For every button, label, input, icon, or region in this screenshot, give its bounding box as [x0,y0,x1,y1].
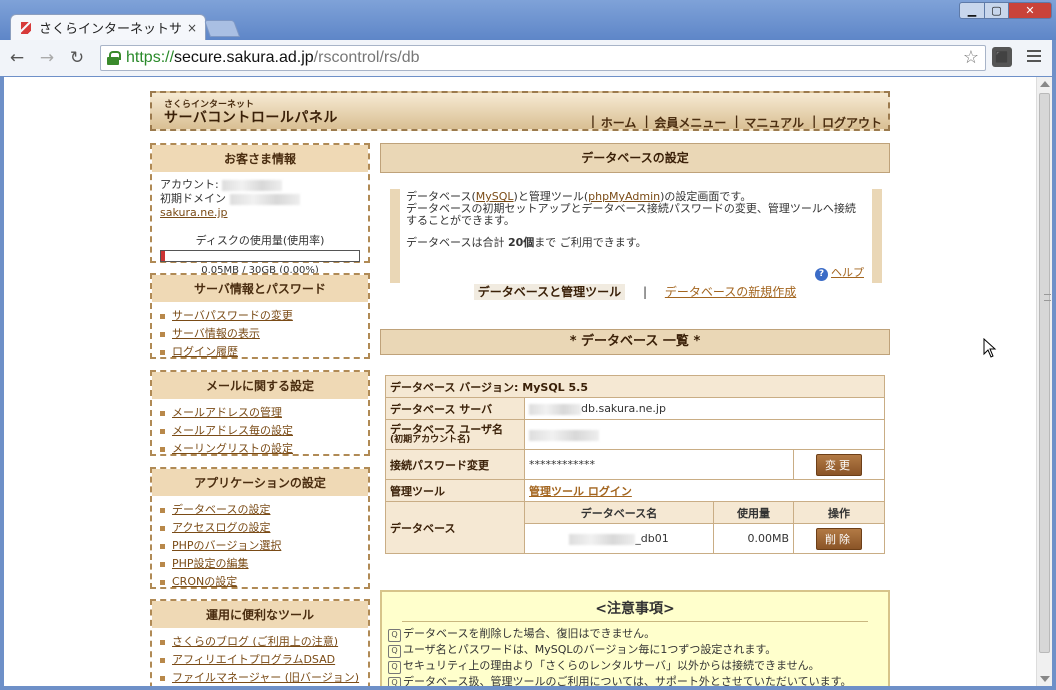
url-path: /rscontrol/rs/db [313,49,420,66]
server-prefix-redacted [529,403,581,415]
sakura-favicon-icon [19,21,33,35]
sidebar-section-title: サーバ情報とパスワード [152,275,368,302]
sidebar-section-mail: メールに関する設定 メールアドレスの管理 メールアドレス毎の設定 メーリングリス… [150,370,370,456]
sidebar-item-mail-address[interactable]: メールアドレスの管理 [160,404,362,422]
sidebar-section-title: アプリケーションの設定 [152,469,368,496]
customer-info-box: お客さま情報 アカウント: 初期ドメインsakura.ne.jp ディスクの使用… [150,143,370,276]
tab-new-database[interactable]: データベースの新規作成 [665,285,796,299]
url-scheme: https:// [126,49,175,66]
sidebar-section-tools: 運用に便利なツール さくらのブログ (ご利用上の注意) アフィリエイトプログラム… [150,599,370,686]
window-close-button[interactable]: ✕ [1008,2,1052,19]
sidebar-item-server-info[interactable]: サーバ情報の表示 [160,325,362,343]
sidebar-item-mailing-list[interactable]: メーリングリストの設定 [160,440,362,458]
sidebar-section-server: サーバ情報とパスワード サーバパスワードの変更 サーバ情報の表示 ログイン履歴 [150,273,370,359]
help-icon: ? [815,268,828,281]
db-name-redacted [569,533,636,545]
db-usage: 0.00MB [713,523,794,554]
nav-logout-link[interactable]: ログアウト [812,114,882,131]
bookmark-star-icon[interactable]: ☆ [963,47,979,68]
admin-tool-login-link[interactable]: 管理ツール ログイン [529,485,632,498]
db-name: _db01 [635,532,669,545]
disk-usage-bar [160,250,360,262]
browser-tab[interactable]: さくらインターネットサ × [10,14,206,40]
sidebar-item-php-version[interactable]: PHPのバージョン選択 [160,537,362,555]
sidebar-item-blog[interactable]: さくらのブログ (ご利用上の注意) [160,633,362,651]
sidebar-item-login-history[interactable]: ログイン履歴 [160,343,362,361]
lock-icon [107,51,121,65]
tab-database-tools[interactable]: データベースと管理ツール [473,284,626,300]
sub-navigation: データベースと管理ツール | データベースの新規作成 [380,283,890,300]
notice-item: ユーザ名とパスワードは、MySQLのバージョン毎に1つずつ設定されます。 [382,642,888,658]
sidebar-section-apps: アプリケーションの設定 データベースの設定 アクセスログの設定 PHPのバージョ… [150,467,370,589]
vertical-scrollbar[interactable] [1036,77,1052,686]
sidebar-item-affiliate[interactable]: アフィリエイトプログラムDSAD [160,651,362,669]
delete-database-button[interactable]: 削除 [816,527,862,550]
browser-chrome: さくらインターネットサ × ▁ ▢ ✕ ← → ↻ https://secure… [0,0,1056,76]
notice-item: セキュリティ上の理由より「さくらのレンタルサーバ」以外からは接続できません。 [382,658,888,674]
sidebar-section-title: メールに関する設定 [152,372,368,399]
sidebar-item-file-manager[interactable]: ファイルマネージャー (旧バージョン) [160,669,362,686]
reload-icon[interactable]: ↻ [64,45,90,71]
description-text: データベースの初期セットアップとデータベース接続パスワードの変更、管理ツールへ接… [406,202,856,227]
sidebar-item-database[interactable]: データベースの設定 [160,501,362,519]
browser-menu-icon[interactable] [1026,48,1042,64]
description-box: データベース(MySQL)と管理ツール(phpMyAdmin)の設定画面です。 … [390,189,882,283]
nav-home-link[interactable]: ホーム [591,114,637,131]
control-panel-header: さくらインターネット サーバコントロールパネル ホーム 会員メニュー マニュアル… [150,91,890,131]
domain-suffix[interactable]: sakura.ne.jp [160,206,228,219]
page-viewport: さくらインターネット サーバコントロールパネル ホーム 会員メニュー マニュアル… [4,77,1036,686]
logo-title: サーバコントロールパネル [164,110,338,126]
account-value-redacted [222,179,283,191]
address-bar[interactable]: https://secure.sakura.ad.jp/rscontrol/rs… [100,45,986,71]
tab-strip: さくらインターネットサ × ▁ ▢ ✕ [0,0,1056,40]
domain-label: 初期ドメイン [160,192,226,205]
db-password-masked: ************ [524,449,794,480]
db-server-value: db.sakura.ne.jp [581,402,666,415]
tab-title: さくらインターネットサ [39,22,181,37]
nav-member-menu-link[interactable]: 会員メニュー [644,114,726,131]
notice-item: データベース扱、管理ツールのご利用については、サポート外とさせていただいています… [382,674,888,686]
notice-title: <注意事項> [595,601,675,617]
nav-manual-link[interactable]: マニュアル [734,114,804,131]
db-limit: 20個 [507,236,535,249]
tab-close-icon[interactable]: × [187,21,197,35]
back-icon[interactable]: ← [4,45,30,71]
database-table: データベース バージョン: MySQL 5.5 データベース サーバ db.sak… [385,375,885,554]
disk-usage-fill [161,251,165,261]
extension-icon[interactable]: ⬛ [992,47,1012,67]
window-minimize-button[interactable]: ▁ [959,2,985,19]
forward-icon[interactable]: → [34,45,60,71]
scroll-down-icon[interactable] [1040,676,1050,682]
notice-item: データベースを削除した場合、復旧はできません。 [382,626,888,642]
scroll-up-icon[interactable] [1040,81,1050,87]
db-user-redacted [529,429,599,441]
notice-box: <注意事項> データベースを削除した場合、復旧はできません。 ユーザ名とパスワー… [380,590,890,686]
db-list-title: * データベース 一覧 * [380,329,890,355]
sidebar-item-access-log[interactable]: アクセスログの設定 [160,519,362,537]
url-host: secure.sakura.ad.jp [174,49,314,66]
new-tab-button[interactable] [203,20,241,37]
window-maximize-button[interactable]: ▢ [984,2,1009,19]
scroll-thumb[interactable] [1039,93,1051,653]
mouse-cursor-icon [983,338,997,358]
account-label: アカウント: [160,178,219,191]
change-password-button[interactable]: 変更 [816,453,862,476]
sidebar-item-cron[interactable]: CRONの設定 [160,573,362,591]
header-nav: ホーム 会員メニュー マニュアル ログアウト [583,114,882,131]
customer-info-title: お客さま情報 [152,145,368,172]
disk-usage-label: ディスクの使用量(使用率) [195,234,325,247]
help-link[interactable]: ? ヘルプ [815,267,864,281]
db-version: データベース バージョン: MySQL 5.5 [385,375,885,398]
sidebar-item-server-password[interactable]: サーバパスワードの変更 [160,307,362,325]
domain-value-redacted [230,193,300,205]
sidebar-item-php-settings[interactable]: PHP設定の編集 [160,555,362,573]
sidebar-item-mail-settings[interactable]: メールアドレス毎の設定 [160,422,362,440]
browser-toolbar: ← → ↻ https://secure.sakura.ad.jp/rscont… [0,40,1056,76]
sidebar-section-title: 運用に便利なツール [152,601,368,628]
page-title: データベースの設定 [380,143,890,173]
